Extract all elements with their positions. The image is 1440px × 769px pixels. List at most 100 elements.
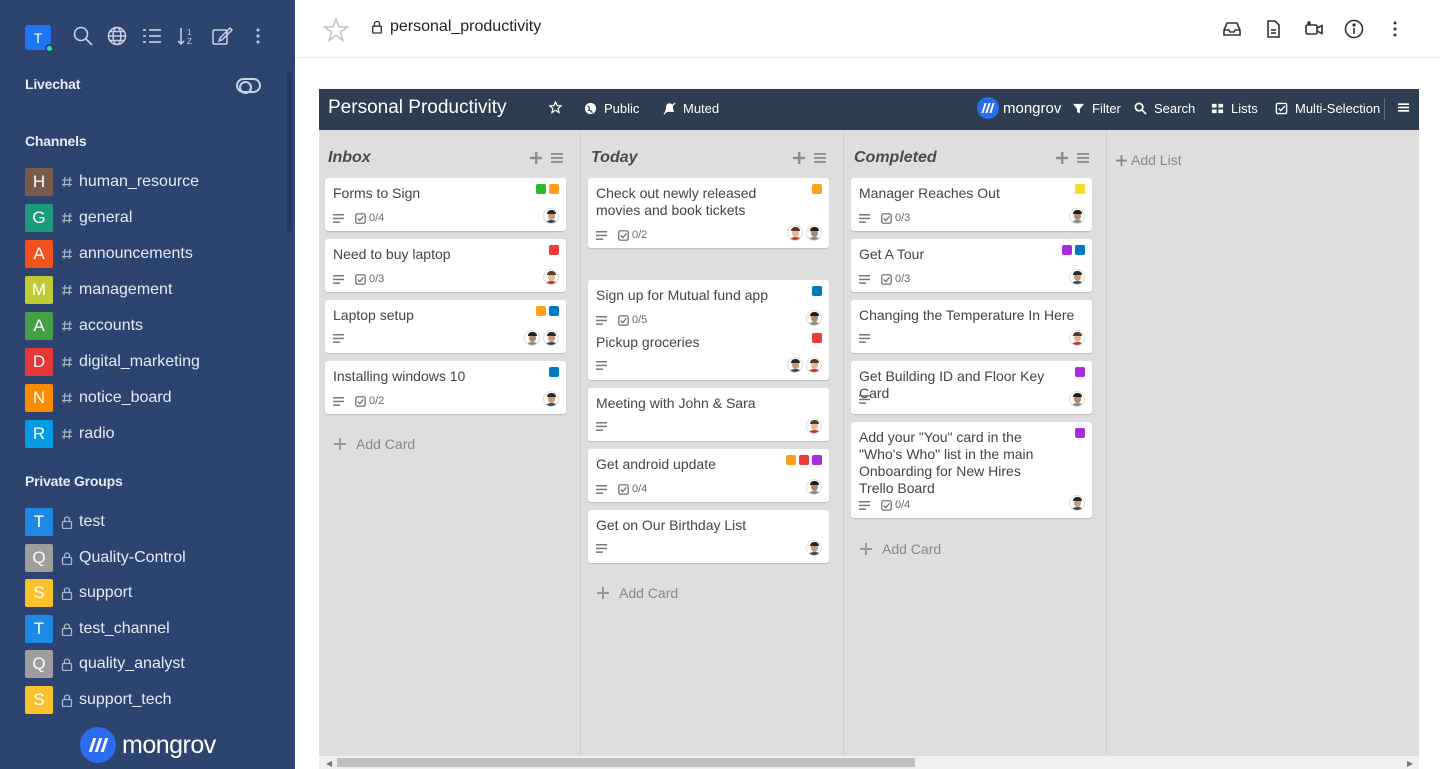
member-avatar[interactable] [524, 330, 540, 346]
list-menu-icon[interactable] [1076, 151, 1090, 165]
list-menu-icon[interactable] [813, 151, 827, 165]
member-avatar[interactable] [806, 357, 822, 373]
label-chip[interactable] [549, 306, 559, 316]
label-chip[interactable] [799, 455, 809, 465]
channel-general[interactable]: Ggeneral [25, 204, 275, 232]
video-call-icon[interactable] [1303, 18, 1325, 40]
card[interactable]: Get A Tour 0/3 [851, 239, 1092, 292]
group-support[interactable]: Ssupport [25, 579, 275, 608]
multi-selection-button[interactable]: Multi-Selection [1275, 101, 1380, 116]
member-avatar[interactable] [806, 310, 822, 326]
channel-notice-board[interactable]: Nnotice_board [25, 384, 275, 412]
label-chip[interactable] [1075, 367, 1085, 377]
channel-digital-marketing[interactable]: Ddigital_marketing [25, 348, 275, 376]
lists-view-button[interactable]: Lists [1211, 101, 1258, 116]
search-icon[interactable] [72, 25, 94, 47]
card[interactable]: Get on Our Birthday List [588, 510, 829, 563]
kebab-menu-icon[interactable] [1384, 18, 1406, 40]
group-support-tech[interactable]: Ssupport_tech [25, 686, 275, 714]
visibility-public-button[interactable]: Public [584, 101, 639, 116]
member-avatar[interactable] [1069, 391, 1085, 407]
card[interactable]: Check out newly released movies and book… [588, 178, 829, 248]
scrollbar-thumb[interactable] [337, 758, 915, 767]
favorite-star-icon[interactable] [322, 16, 350, 43]
sort-icon[interactable]: 1Z [176, 25, 198, 47]
member-avatar[interactable] [787, 225, 803, 241]
member-avatar[interactable] [1069, 208, 1085, 224]
label-chip[interactable] [812, 333, 822, 343]
add-card-button[interactable]: Add Card [597, 585, 678, 601]
group-test[interactable]: Ttest [25, 508, 275, 536]
card[interactable]: Forms to Sign 0/4 [325, 178, 566, 231]
member-avatar[interactable] [1069, 495, 1085, 511]
sidebar-scrollbar[interactable] [287, 72, 292, 232]
board-horizontal-scrollbar[interactable]: ◀ ▶ [319, 756, 1419, 769]
info-icon[interactable] [1343, 18, 1365, 40]
user-avatar[interactable]: T [25, 25, 54, 53]
card[interactable]: Laptop setup [325, 300, 566, 353]
list-menu-icon[interactable] [550, 151, 564, 165]
member-avatar[interactable] [1069, 330, 1085, 346]
label-chip[interactable] [1062, 245, 1072, 255]
label-chip[interactable] [1075, 184, 1085, 194]
member-avatar[interactable] [543, 330, 559, 346]
label-chip[interactable] [812, 286, 822, 296]
member-avatar[interactable] [1069, 269, 1085, 285]
member-avatar[interactable] [806, 418, 822, 434]
member-avatar[interactable] [806, 225, 822, 241]
livechat-toggle[interactable] [236, 78, 261, 94]
card[interactable]: Pickup groceries [588, 327, 829, 380]
channel-announcements[interactable]: Aannouncements [25, 240, 275, 268]
list-title[interactable]: Completed [854, 149, 937, 167]
plus-icon[interactable] [1055, 151, 1069, 165]
channel-management[interactable]: Mmanagement [25, 276, 275, 304]
card[interactable]: Changing the Temperature In Here [851, 300, 1092, 353]
group-test-channel[interactable]: Ttest_channel [25, 614, 275, 643]
scroll-left-arrow-icon[interactable]: ◀ [326, 759, 332, 768]
label-chip[interactable] [812, 455, 822, 465]
plus-icon[interactable] [529, 151, 543, 165]
filter-button[interactable]: Filter [1072, 101, 1121, 116]
add-card-button[interactable]: Add Card [860, 541, 941, 557]
label-chip[interactable] [1075, 245, 1085, 255]
compose-icon[interactable] [211, 25, 233, 47]
list-title[interactable]: Inbox [328, 149, 371, 167]
member-avatar[interactable] [543, 269, 559, 285]
card[interactable]: Add your "You" card in the "Who's Who" l… [851, 422, 1092, 518]
member-avatar[interactable] [806, 479, 822, 495]
label-chip[interactable] [786, 455, 796, 465]
card[interactable]: Need to buy laptop 0/3 [325, 239, 566, 292]
muted-button[interactable]: Muted [663, 101, 719, 116]
member-avatar[interactable] [543, 391, 559, 407]
plus-icon[interactable] [792, 151, 806, 165]
inbox-icon[interactable] [1221, 18, 1243, 40]
channel-human-resource[interactable]: Hhuman_resource [25, 168, 275, 196]
label-chip[interactable] [536, 306, 546, 316]
group-quality-control[interactable]: Q Quality-Control [25, 543, 275, 572]
label-chip[interactable] [549, 367, 559, 377]
card[interactable]: Get Building ID and Floor Key Card [851, 361, 1092, 414]
label-chip[interactable] [536, 184, 546, 194]
card[interactable]: Meeting with John & Sara [588, 388, 829, 441]
list-title[interactable]: Today [591, 149, 638, 167]
channel-accounts[interactable]: Aaccounts [25, 312, 275, 340]
label-chip[interactable] [1075, 428, 1085, 438]
add-list-button[interactable]: Add List [1116, 152, 1182, 168]
label-chip[interactable] [549, 184, 559, 194]
list-view-icon[interactable] [141, 25, 163, 47]
document-icon[interactable] [1262, 18, 1284, 40]
member-avatar[interactable] [787, 357, 803, 373]
member-avatar[interactable] [543, 208, 559, 224]
globe-icon[interactable] [106, 25, 128, 47]
board-menu-button[interactable] [1397, 101, 1417, 114]
card[interactable]: Manager Reaches Out 0/3 [851, 178, 1092, 231]
label-chip[interactable] [549, 245, 559, 255]
add-card-button[interactable]: Add Card [334, 436, 415, 452]
more-vertical-icon[interactable] [247, 25, 269, 47]
star-board-button[interactable] [549, 101, 569, 114]
search-button[interactable]: Search [1134, 101, 1195, 116]
group-quality-analyst[interactable]: Qquality_analyst [25, 650, 275, 679]
card[interactable]: Sign up for Mutual fund app 0/5 [588, 280, 829, 333]
card[interactable]: Get android update 0/4 [588, 449, 829, 502]
member-avatar[interactable] [806, 540, 822, 556]
